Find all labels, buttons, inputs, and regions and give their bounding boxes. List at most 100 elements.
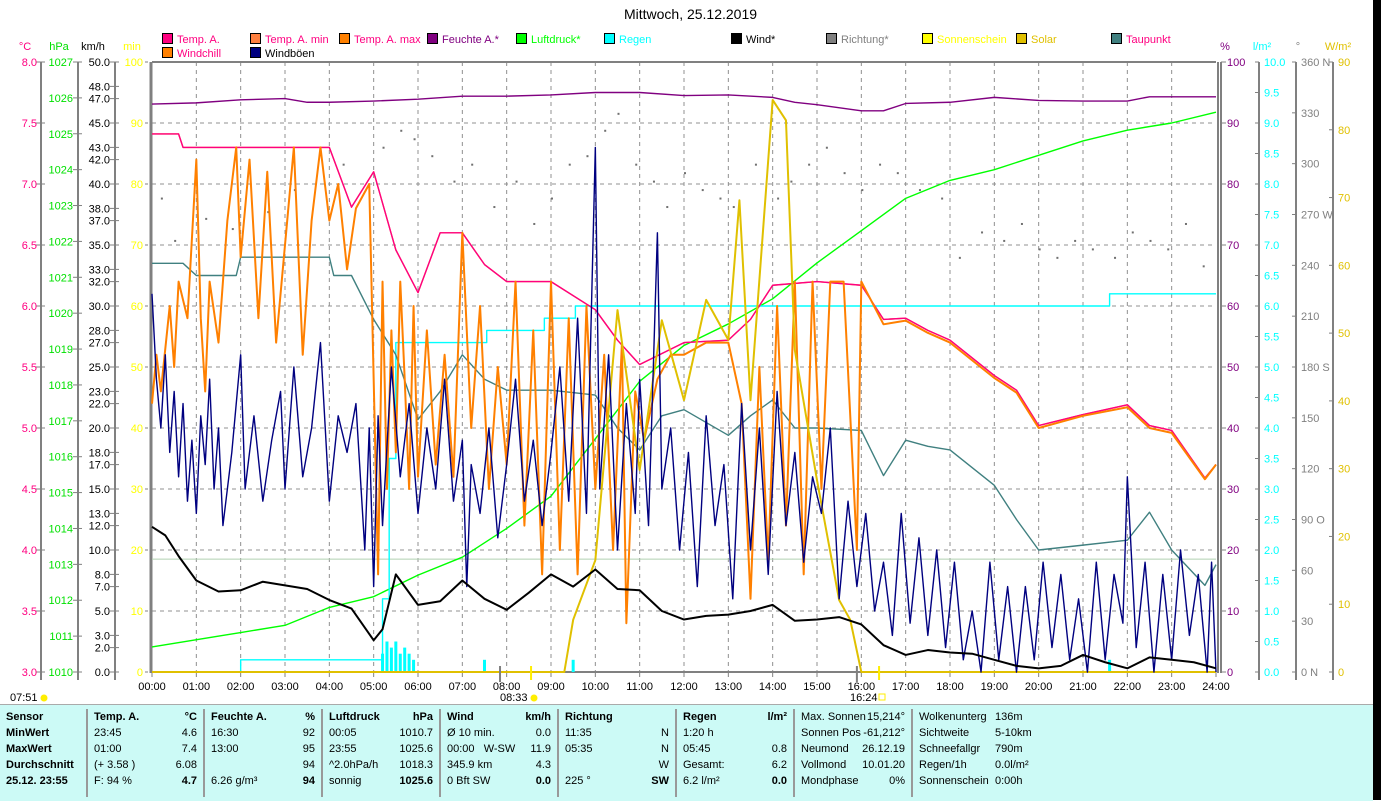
- summary-value: SW: [651, 775, 669, 787]
- axis-tick-label: 50: [1227, 362, 1239, 374]
- axis-tick-label: 5.0: [1264, 362, 1279, 374]
- summary-label: ^2.0hPa/h: [329, 759, 379, 771]
- summary-label: Wind: [447, 711, 474, 723]
- x-tick-label: 11:00: [626, 681, 653, 693]
- summary-value: 0%: [889, 775, 905, 787]
- direction-point: [1167, 248, 1170, 251]
- summary-label: Feuchte A.: [211, 711, 267, 723]
- axis-tick-label: 9.5: [1264, 88, 1279, 100]
- axis-tick-label: 50.0: [89, 57, 110, 69]
- axis-tick-label: 90: [1338, 57, 1350, 69]
- summary-value: 4.3: [535, 759, 551, 771]
- direction-point: [1202, 265, 1205, 268]
- summary-column: Sensor MinWert MaxWert Durchschnitt 25.12. 2…: [0, 709, 88, 797]
- x-tick-label: 14:00: [759, 681, 787, 693]
- summary-label: 00:00 W-SW: [447, 743, 516, 755]
- direction-point: [1131, 231, 1134, 234]
- axis-tick-label: 40: [1227, 423, 1239, 435]
- axis-tick-label: 30: [1227, 484, 1239, 496]
- x-tick-label: 06:00: [404, 681, 432, 693]
- direction-point: [551, 197, 553, 200]
- axis-tick-label: 1011: [49, 631, 73, 643]
- summary-value: 0.0: [535, 727, 551, 739]
- axis-tick-label: 300: [1301, 159, 1319, 171]
- axis-tick-label: 0 N: [1301, 667, 1318, 679]
- axis-tick-label: 80: [131, 179, 143, 191]
- direction-point: [617, 112, 620, 115]
- summary-value: 6.08: [175, 759, 197, 771]
- axis-tick-label: 360 N: [1301, 57, 1330, 69]
- axis-tick-label: 20: [131, 545, 143, 557]
- axis-tick-label: 50: [131, 362, 143, 374]
- summary-column: Temp. A. °C 23:45 4.6 01:00 7.4 (+ 3.58 ) 6.08 F…: [88, 709, 205, 797]
- axis-tick-label: 120: [1301, 464, 1319, 476]
- summary-label: Regen: [683, 711, 717, 723]
- summary-value: 1018.3: [399, 759, 433, 771]
- direction-point: [400, 129, 403, 132]
- summary-value: °C: [184, 711, 197, 723]
- axis-tick-label: 30: [131, 484, 143, 496]
- summary-row: Ø 10 min. 0.0: [447, 725, 551, 741]
- summary-label: Mondphase: [801, 775, 859, 787]
- axis-tick-label: 2.0: [1264, 545, 1279, 557]
- direction-point: [701, 189, 704, 192]
- summary-label: Sonnen Pos: [801, 727, 861, 739]
- direction-point: [1074, 239, 1077, 242]
- direction-point: [493, 206, 496, 209]
- axis-tick-label: 90: [131, 118, 143, 130]
- axis-tick-label: 23.0: [89, 386, 110, 398]
- axis-tick-label: 37.0: [89, 216, 110, 228]
- summary-row: Luftdruck hPa: [329, 709, 433, 725]
- x-tick-label: 04:00: [316, 681, 344, 693]
- summary-value: %: [305, 711, 315, 723]
- rain-bar: [385, 641, 389, 672]
- direction-point: [431, 155, 434, 158]
- direction-point: [941, 197, 944, 200]
- summary-value: 92: [302, 727, 315, 739]
- summary-value: N: [661, 727, 669, 739]
- rain-bar: [389, 647, 393, 672]
- summary-row: 23:45 4.6: [94, 725, 197, 741]
- summary-row: Regen l/m²: [683, 709, 787, 725]
- summary-label: Regen/1h: [919, 759, 967, 771]
- summary-row: 16:30 92: [211, 725, 315, 741]
- axis-tick-label: 5.0: [95, 606, 110, 618]
- axis-tick-label: 30: [1338, 464, 1350, 476]
- direction-point: [861, 189, 864, 192]
- axis-tick-label: 1012: [49, 595, 73, 607]
- x-tick-label: 00:00: [138, 681, 166, 693]
- summary-column: Feuchte A.% 16:30 92 13:00 95 94 6.26 g/m³ 94: [205, 709, 323, 797]
- x-tick-label: 07:00: [449, 681, 477, 693]
- direction-point: [896, 172, 899, 175]
- axis-tick-label: 70: [1227, 240, 1239, 252]
- axis-tick-label: 0.5: [1264, 637, 1279, 649]
- direction-point: [732, 206, 735, 209]
- direction-point: [1184, 222, 1187, 225]
- direction-point: [1091, 248, 1094, 251]
- summary-value: 94: [302, 759, 315, 771]
- summary-column: Luftdruck hPa 00:05 1010.7 23:55 1025.6 ^2.0hP…: [323, 709, 441, 797]
- summary-label: Luftdruck: [329, 711, 380, 723]
- direction-point: [342, 163, 345, 166]
- direction-point: [666, 206, 669, 209]
- summary-row: ^2.0hPa/h 1018.3: [329, 757, 433, 773]
- axis-tick-label: 12.0: [89, 521, 110, 533]
- direction-point: [413, 138, 416, 141]
- direction-point: [777, 197, 780, 200]
- summary-label: sonnig: [329, 775, 362, 787]
- axis-tick-label: 1010: [49, 667, 73, 679]
- summary-label: 345.9 km: [447, 759, 493, 771]
- x-tick-label: 01:00: [183, 681, 211, 693]
- summary-label: Sichtweite: [919, 727, 970, 739]
- x-tick-label: 17:00: [892, 681, 920, 693]
- axis-tick-label: 42.0: [89, 155, 110, 167]
- axis-unit-wind: km/h: [81, 41, 105, 53]
- summary-label: 13:00: [211, 743, 239, 755]
- axis-tick-label: 8.0: [22, 57, 37, 69]
- axis-tick-label: 70: [1338, 193, 1350, 205]
- sunrise-label: 07:51: [10, 692, 38, 704]
- axis-tick-label: 35.0: [89, 240, 110, 252]
- axis-tick-label: 17.0: [89, 460, 110, 472]
- summary-row: (+ 3.58 ) 6.08: [94, 757, 197, 773]
- rain-bar: [483, 659, 486, 672]
